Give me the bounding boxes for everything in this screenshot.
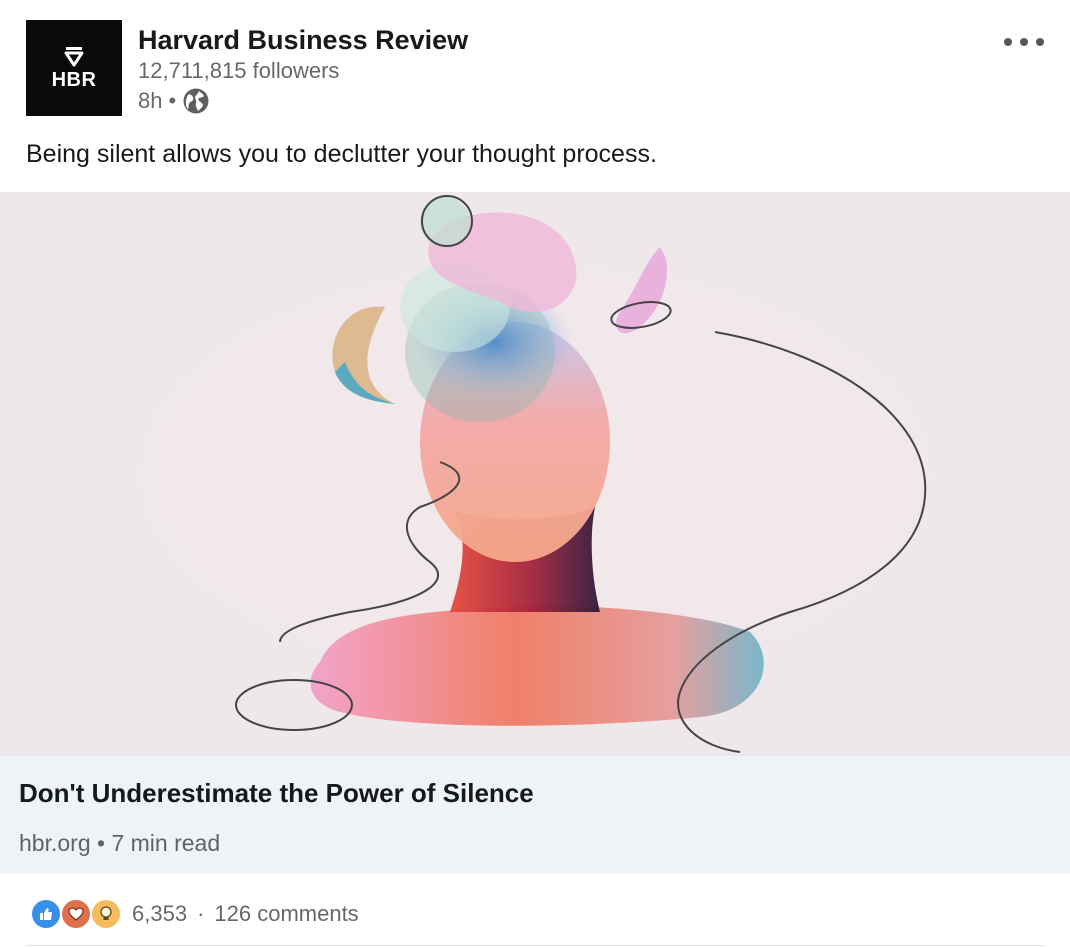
article-image[interactable] <box>0 192 1070 756</box>
company-info: Harvard Business Review 12,711,815 follo… <box>138 24 468 116</box>
logo-text: HBR <box>51 68 97 91</box>
article-read-time: 7 min read <box>111 830 221 856</box>
like-icon <box>30 898 62 930</box>
meta-separator: • <box>168 88 177 113</box>
more-options-button[interactable] <box>1002 28 1046 56</box>
reaction-count[interactable]: 6,353 <box>132 901 187 927</box>
divider <box>26 945 1044 946</box>
article-illustration <box>0 192 1070 756</box>
article-meta-separator: • <box>97 830 112 856</box>
social-separator: · <box>197 901 205 926</box>
post-meta: 8h • <box>138 86 468 116</box>
article-source: hbr.org <box>19 830 91 856</box>
follower-count: 12,711,815 followers <box>138 58 340 83</box>
hbr-shield-icon <box>64 46 84 66</box>
globe-icon <box>183 88 209 114</box>
post-text: Being silent allows you to declutter you… <box>26 140 657 168</box>
company-logo[interactable]: HBR <box>26 20 122 116</box>
post-header: HBR Harvard Business Review 12,711,815 f… <box>26 20 1046 116</box>
company-name[interactable]: Harvard Business Review <box>138 24 468 56</box>
love-icon <box>60 898 92 930</box>
insightful-icon <box>90 898 122 930</box>
ellipsis-icon <box>1004 38 1044 46</box>
comments-count[interactable]: 126 comments <box>214 901 358 927</box>
article-meta: hbr.org • 7 min read <box>19 830 220 857</box>
social-counts: 6,353 · 126 comments <box>30 896 359 932</box>
post-time: 8h <box>138 88 163 113</box>
article-title[interactable]: Don't Underestimate the Power of Silence <box>19 778 534 809</box>
article-link[interactable]: Don't Underestimate the Power of Silence… <box>0 756 1070 874</box>
